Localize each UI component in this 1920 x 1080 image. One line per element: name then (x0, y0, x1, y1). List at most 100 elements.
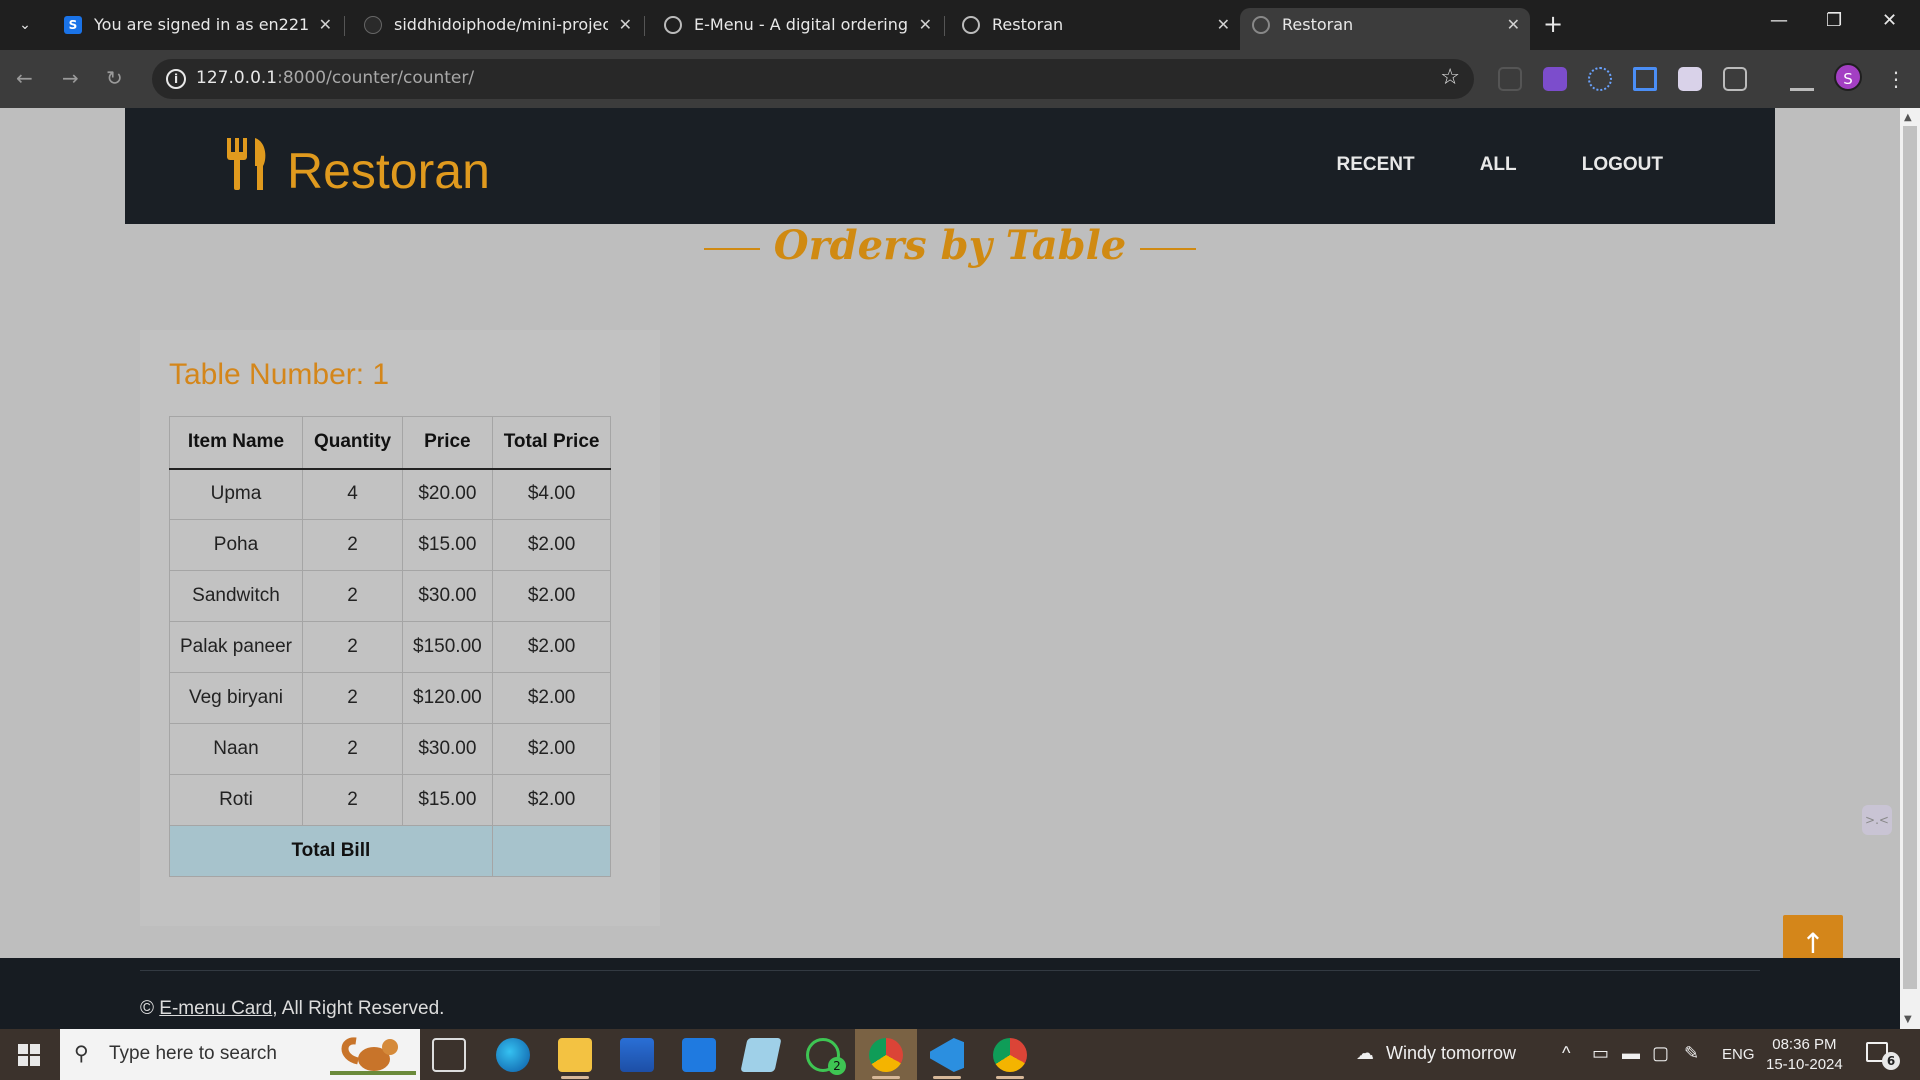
page-scrollbar[interactable]: ▲ ▼ (1900, 108, 1920, 1029)
clock-date: 15-10-2024 (1766, 1056, 1843, 1073)
close-icon[interactable]: ✕ (1507, 8, 1520, 42)
cell-total: $2.00 (491, 723, 612, 775)
table-order-card: Table Number: 1 Item Name Quantity Price… (140, 330, 660, 926)
nav-all[interactable]: ALL (1480, 154, 1517, 175)
toolbar: ← → ↻ i 127.0.0.1:8000/counter/counter/ … (0, 50, 1920, 108)
cell-item: Upma (169, 468, 303, 520)
close-icon[interactable]: ✕ (619, 8, 632, 42)
table-row: Veg biryani 2 $120.00 $2.00 (169, 672, 612, 724)
cast-icon[interactable] (1498, 67, 1522, 91)
task-view-icon[interactable] (432, 1038, 466, 1072)
cell-total: $2.00 (491, 621, 612, 673)
cell-item: Veg biryani (169, 672, 303, 724)
file-explorer-icon[interactable] (558, 1038, 592, 1072)
reload-icon[interactable]: ↻ (106, 66, 123, 90)
edge-icon[interactable] (496, 1038, 530, 1072)
cell-total: $2.00 (491, 672, 612, 724)
window-close-icon[interactable]: ✕ (1882, 10, 1897, 31)
tab-title: Restoran (992, 15, 1064, 34)
chrome-profile-icon[interactable] (869, 1038, 903, 1072)
footer-link-emenu[interactable]: E-menu Card (159, 998, 272, 1019)
tray-chevron-icon[interactable]: ^ (1562, 1043, 1570, 1064)
pen-icon[interactable]: ✎ (1684, 1043, 1699, 1064)
nav-links: RECENT ALL LOGOUT (1276, 154, 1663, 176)
nav-recent[interactable]: RECENT (1336, 154, 1414, 175)
ms-store-icon[interactable] (620, 1038, 654, 1072)
brand-logo[interactable]: Restoran (225, 136, 490, 201)
cell-item: Naan (169, 723, 303, 775)
cell-total: $2.00 (491, 570, 612, 622)
cell-qty: 2 (301, 519, 404, 571)
table-row: Naan 2 $30.00 $2.00 (169, 723, 612, 775)
profile-avatar[interactable]: S (1834, 63, 1862, 91)
mail-icon[interactable] (682, 1038, 716, 1072)
extension-check-icon[interactable] (1543, 67, 1567, 91)
url-text[interactable]: 127.0.0.1:8000/counter/counter/ (196, 68, 474, 88)
close-icon[interactable]: ✕ (1217, 8, 1230, 42)
clock[interactable]: 08:36 PM 15-10-2024 (1766, 1035, 1843, 1075)
back-icon[interactable]: ← (16, 66, 33, 90)
title-rule-left (703, 248, 760, 250)
browser-tab-1[interactable]: S You are signed in as en2212778 ✕ (52, 8, 342, 42)
browser-tab-5-active[interactable]: Restoran ✕ (1240, 8, 1530, 50)
tab-title: Restoran (1282, 15, 1354, 34)
total-bill-label: Total Bill (169, 825, 493, 877)
scroll-up-arrow-icon[interactable]: ▲ (1904, 112, 1912, 123)
extensions-puzzle-icon[interactable] (1723, 67, 1747, 91)
language-indicator[interactable]: ENG (1722, 1046, 1755, 1063)
cell-price: $120.00 (402, 672, 493, 724)
total-bill-row: Total Bill (169, 825, 612, 877)
table-row: Poha 2 $15.00 $2.00 (169, 519, 612, 571)
download-icon[interactable] (1790, 67, 1814, 91)
tab-title: You are signed in as en2212778 (94, 15, 308, 34)
address-bar[interactable]: i 127.0.0.1:8000/counter/counter/ ☆ (152, 59, 1474, 99)
table-row: Roti 2 $15.00 $2.00 (169, 774, 612, 826)
scrollbar-thumb[interactable] (1903, 126, 1917, 989)
globe-icon (962, 16, 980, 34)
network-icon[interactable]: ▢ (1652, 1043, 1669, 1064)
tab-title: E-Menu - A digital ordering syste (694, 15, 908, 34)
scroll-down-arrow-icon[interactable]: ▼ (1904, 1014, 1912, 1025)
extension-sun-icon[interactable] (1588, 67, 1612, 91)
cell-qty: 2 (301, 672, 404, 724)
extension-face-icon[interactable] (1678, 67, 1702, 91)
arrow-up-icon: ↑ (1801, 927, 1825, 960)
meet-now-icon[interactable]: ▭ (1592, 1043, 1609, 1064)
nav-logout[interactable]: LOGOUT (1582, 154, 1663, 175)
cell-price: $30.00 (402, 570, 493, 622)
restore-icon[interactable]: ❐ (1826, 10, 1842, 31)
new-tab-icon[interactable]: + (1543, 10, 1563, 38)
bookmark-star-icon[interactable]: ☆ (1440, 65, 1460, 90)
windows-start-icon[interactable] (18, 1044, 40, 1066)
notes-app-icon[interactable] (740, 1038, 782, 1072)
minimize-icon[interactable]: — (1770, 10, 1788, 31)
title-rule-right (1140, 248, 1197, 250)
weather-text[interactable]: Windy tomorrow (1386, 1043, 1516, 1064)
menu-kebab-icon[interactable]: ⋮ (1884, 67, 1908, 91)
close-icon[interactable]: ✕ (919, 8, 932, 42)
chrome-icon[interactable] (993, 1038, 1027, 1072)
s-icon: S (64, 16, 82, 34)
floating-extension-icon[interactable]: >.< (1862, 805, 1892, 835)
extension-crop-icon[interactable] (1633, 67, 1657, 91)
footer-copyright: © E-menu Card, All Right Reserved. (140, 998, 445, 1019)
battery-icon[interactable]: ▬ (1622, 1043, 1640, 1064)
vscode-icon[interactable] (930, 1038, 964, 1072)
tab-search-chevron-icon[interactable]: ⌄ (12, 12, 38, 38)
site-footer: © E-menu Card, All Right Reserved. (0, 958, 1900, 1029)
cell-price: $15.00 (402, 519, 493, 571)
browser-tab-3[interactable]: E-Menu - A digital ordering syste ✕ (652, 8, 942, 42)
brand-name: Restoran (287, 143, 490, 199)
browser-tab-2[interactable]: siddhidoiphode/mini-project ✕ (352, 8, 642, 42)
forward-icon[interactable]: → (62, 66, 79, 90)
search-highlight-squirrel-icon (330, 1037, 416, 1075)
browser-tab-4[interactable]: Restoran ✕ (950, 8, 1240, 42)
taskbar-search[interactable]: ⚲ Type here to search (60, 1029, 420, 1080)
weather-icon[interactable]: ☁ (1356, 1043, 1374, 1064)
notification-center-icon[interactable]: 6 (1866, 1042, 1900, 1070)
close-icon[interactable]: ✕ (319, 8, 332, 42)
table-row: Upma 4 $20.00 $4.00 (169, 468, 612, 520)
site-info-icon[interactable]: i (166, 69, 186, 89)
cell-price: $15.00 (402, 774, 493, 826)
cell-qty: 2 (301, 621, 404, 673)
